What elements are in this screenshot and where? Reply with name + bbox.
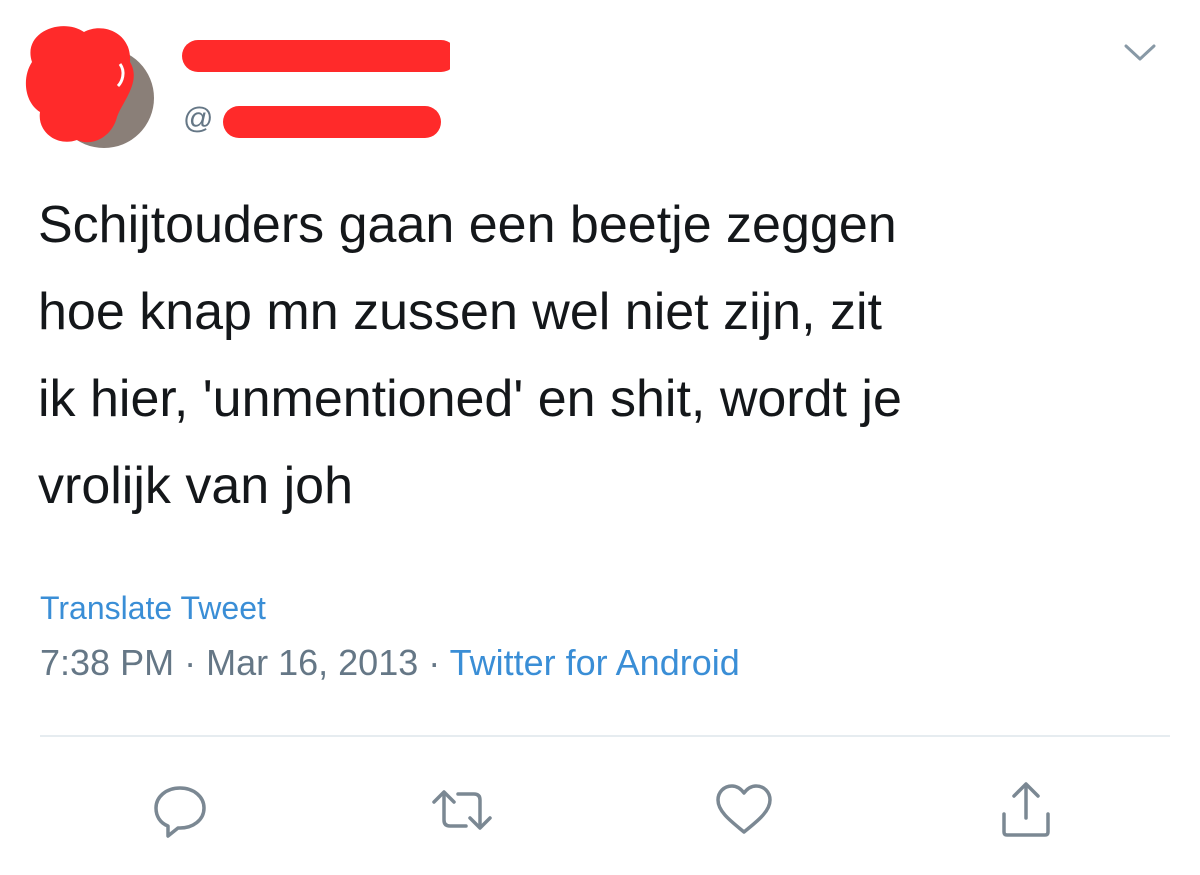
- tweet-source-link[interactable]: Twitter for Android: [450, 642, 740, 683]
- divider: [40, 735, 1170, 737]
- tweet-meta: 7:38 PM · Mar 16, 2013 · Twitter for And…: [40, 642, 740, 684]
- handle-redaction: [223, 106, 441, 138]
- like-button[interactable]: [712, 778, 776, 842]
- handle-at-sign: @: [183, 102, 214, 135]
- tweet-date[interactable]: Mar 16, 2013: [206, 642, 418, 683]
- retweet-icon: [432, 790, 492, 830]
- share-button[interactable]: [994, 778, 1058, 842]
- chevron-down-icon[interactable]: [1122, 40, 1158, 64]
- meta-separator: ·: [428, 642, 441, 683]
- reply-icon: [154, 786, 206, 838]
- tweet-card: @ Schijtouders gaan een beetje zeggen ho…: [0, 0, 1200, 875]
- tweet-text: Schijtouders gaan een beetje zeggen hoe …: [38, 196, 902, 515]
- user-handle[interactable]: @: [183, 100, 453, 140]
- avatar-redaction: [25, 26, 134, 143]
- display-name[interactable]: [180, 40, 450, 76]
- meta-separator: ·: [184, 642, 197, 683]
- display-name-redaction: [182, 40, 450, 72]
- share-icon: [1002, 782, 1050, 837]
- retweet-button[interactable]: [430, 778, 494, 842]
- translate-tweet-link[interactable]: Translate Tweet: [40, 590, 266, 627]
- tweet-time[interactable]: 7:38 PM: [40, 642, 174, 683]
- avatar[interactable]: [25, 26, 155, 148]
- heart-icon: [716, 784, 772, 834]
- reply-button[interactable]: [148, 778, 212, 842]
